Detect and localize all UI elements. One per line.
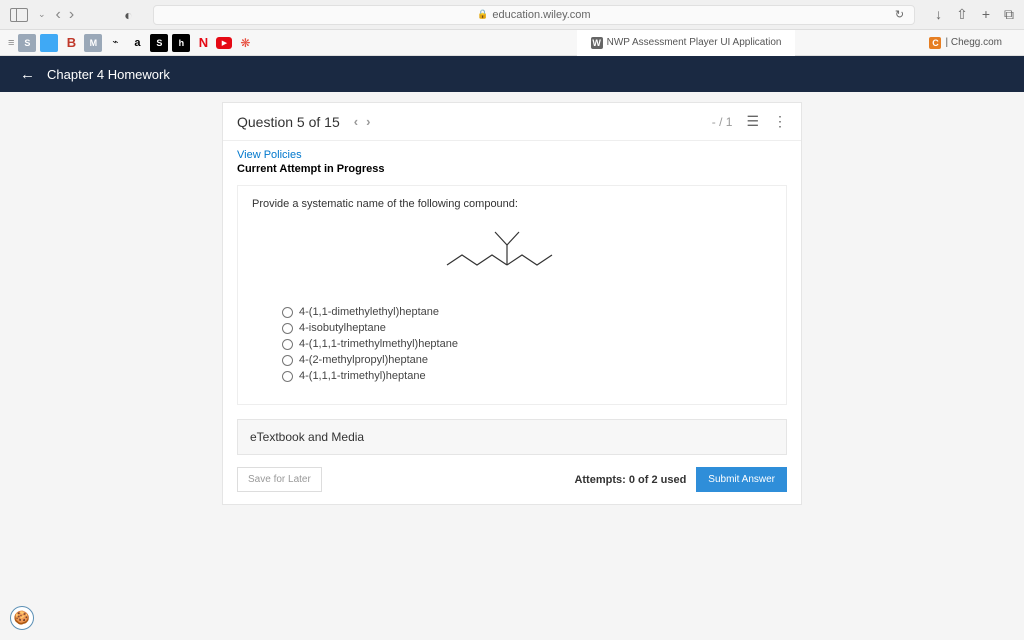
bookmark-b[interactable]: B <box>62 34 80 52</box>
option-label-1: 4-isobutylheptane <box>299 322 386 334</box>
option-label-2: 4-(1,1,1-trimethylmethyl)heptane <box>299 338 458 350</box>
tab-icon-w: W <box>591 37 603 49</box>
reload-icon[interactable]: ↻ <box>895 8 904 21</box>
bookmark-gear[interactable]: ❋ <box>236 34 254 52</box>
bookmark-squiggle[interactable]: ⌁ <box>106 34 124 52</box>
dropdown-chevron[interactable]: ⌄ <box>38 9 46 20</box>
radio-0[interactable] <box>282 307 293 318</box>
radio-3[interactable] <box>282 355 293 366</box>
cookie-icon[interactable]: 🍪 <box>10 606 34 630</box>
radio-4[interactable] <box>282 371 293 382</box>
back-arrow-icon[interactable]: ← <box>20 66 35 83</box>
bookmark-blue[interactable] <box>40 34 58 52</box>
more-icon[interactable]: ⋮ <box>773 113 787 130</box>
option-4[interactable]: 4-(1,1,1-trimethyl)heptane <box>282 368 772 384</box>
card-footer: Save for Later Attempts: 0 of 2 used Sub… <box>223 455 801 504</box>
molecule-diagram <box>252 220 772 280</box>
radio-1[interactable] <box>282 323 293 334</box>
bookmark-h[interactable]: h <box>172 34 190 52</box>
forward-icon[interactable]: › <box>69 6 74 24</box>
tab-chegg[interactable]: C | Chegg.com <box>915 30 1016 56</box>
sidebar-toggle-icon[interactable] <box>10 8 28 22</box>
save-later-button[interactable]: Save for Later <box>237 467 322 492</box>
question-prompt: Provide a systematic name of the followi… <box>252 198 772 210</box>
browser-chrome: ⌄ ‹ › ◐ 🔒 education.wiley.com ↻ ↓ ⇧ + ⧉ <box>0 0 1024 30</box>
tab-label-1: | Chegg.com <box>945 37 1002 48</box>
bookmark-s2[interactable]: S <box>150 34 168 52</box>
bookmark-m[interactable]: M <box>84 34 102 52</box>
question-body: Provide a systematic name of the followi… <box>237 185 787 405</box>
shield-icon[interactable]: ◐ <box>124 7 132 23</box>
etextbook-section[interactable]: eTextbook and Media <box>237 419 787 455</box>
back-icon[interactable]: ‹ <box>56 6 61 24</box>
bookmark-a[interactable]: a <box>128 34 146 52</box>
bookmark-n[interactable]: N <box>194 34 212 52</box>
option-label-0: 4-(1,1-dimethylethyl)heptane <box>299 306 439 318</box>
content: Question 5 of 15 ‹ › - / 1 ☰ ⋮ View Poli… <box>0 92 1024 505</box>
option-label-4: 4-(1,1,1-trimethyl)heptane <box>299 370 426 382</box>
question-card: Question 5 of 15 ‹ › - / 1 ☰ ⋮ View Poli… <box>222 102 802 505</box>
score-text: - / 1 <box>712 115 733 129</box>
option-1[interactable]: 4-isobutylheptane <box>282 320 772 336</box>
page-title: Chapter 4 Homework <box>47 67 170 82</box>
url-text: education.wiley.com <box>492 9 590 21</box>
bookmarks-bar: ≡ S B M ⌁ a S h N ▶ ❋ W NWP Assessment P… <box>0 30 1024 56</box>
bookmark-menu-icon[interactable]: ≡ <box>8 37 14 49</box>
plus-icon[interactable]: + <box>982 6 990 23</box>
bookmark-youtube[interactable]: ▶ <box>216 37 232 49</box>
tab-label-0: NWP Assessment Player UI Application <box>607 37 782 48</box>
option-2[interactable]: 4-(1,1,1-trimethylmethyl)heptane <box>282 336 772 352</box>
share-icon[interactable]: ⇧ <box>956 6 968 23</box>
question-header: Question 5 of 15 ‹ › - / 1 ☰ ⋮ <box>223 103 801 141</box>
prev-question-icon[interactable]: ‹ <box>354 114 358 129</box>
bookmark-s[interactable]: S <box>18 34 36 52</box>
options-list: 4-(1,1-dimethylethyl)heptane 4-isobutylh… <box>252 304 772 384</box>
download-icon[interactable]: ↓ <box>935 6 942 23</box>
lock-icon: 🔒 <box>477 9 488 20</box>
tab-nwp[interactable]: W NWP Assessment Player UI Application <box>577 30 796 56</box>
option-label-3: 4-(2-methylpropyl)heptane <box>299 354 428 366</box>
attempts-text: Attempts: 0 of 2 used <box>574 474 686 486</box>
view-policies-link[interactable]: View Policies <box>223 141 801 163</box>
option-0[interactable]: 4-(1,1-dimethylethyl)heptane <box>282 304 772 320</box>
next-question-icon[interactable]: › <box>366 114 370 129</box>
tabs-icon[interactable]: ⧉ <box>1004 6 1014 23</box>
radio-2[interactable] <box>282 339 293 350</box>
tab-icon-c: C <box>929 37 941 49</box>
tab-group: W NWP Assessment Player UI Application C… <box>278 30 1016 56</box>
attempt-status: Current Attempt in Progress <box>223 163 801 185</box>
header-bar: ← Chapter 4 Homework <box>0 56 1024 92</box>
question-label: Question 5 of 15 <box>237 114 340 130</box>
url-bar[interactable]: 🔒 education.wiley.com ↻ <box>153 5 915 25</box>
option-3[interactable]: 4-(2-methylpropyl)heptane <box>282 352 772 368</box>
list-icon[interactable]: ☰ <box>746 113 759 130</box>
submit-button[interactable]: Submit Answer <box>696 467 787 492</box>
